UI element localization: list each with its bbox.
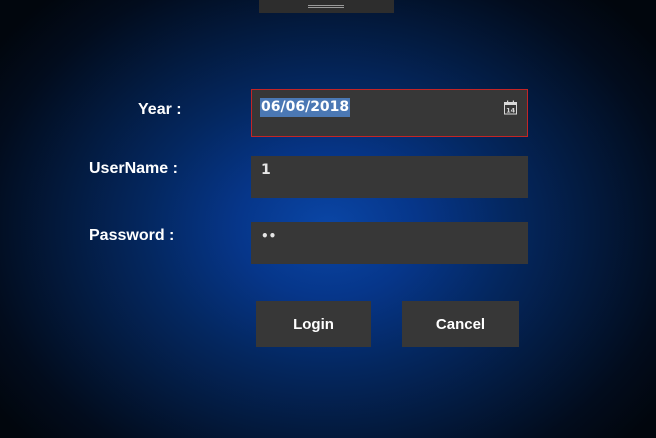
username-input[interactable] <box>251 156 528 198</box>
grip-icon <box>308 5 344 8</box>
year-date-text[interactable]: 06/06/2018 <box>260 98 351 117</box>
password-field-box[interactable] <box>251 222 528 264</box>
year-date-picker[interactable]: 06/06/2018 14 <box>251 89 528 137</box>
calendar-icon[interactable]: 14 <box>503 100 518 115</box>
cancel-button[interactable]: Cancel <box>402 301 519 347</box>
password-input[interactable] <box>251 222 528 264</box>
username-field-box[interactable] <box>251 156 528 198</box>
username-label: UserName : <box>89 160 178 177</box>
calendar-day: 14 <box>506 107 516 115</box>
year-label: Year : <box>138 101 182 118</box>
password-label: Password : <box>89 227 175 244</box>
window-drag-handle[interactable] <box>259 0 394 13</box>
login-button[interactable]: Login <box>256 301 371 347</box>
